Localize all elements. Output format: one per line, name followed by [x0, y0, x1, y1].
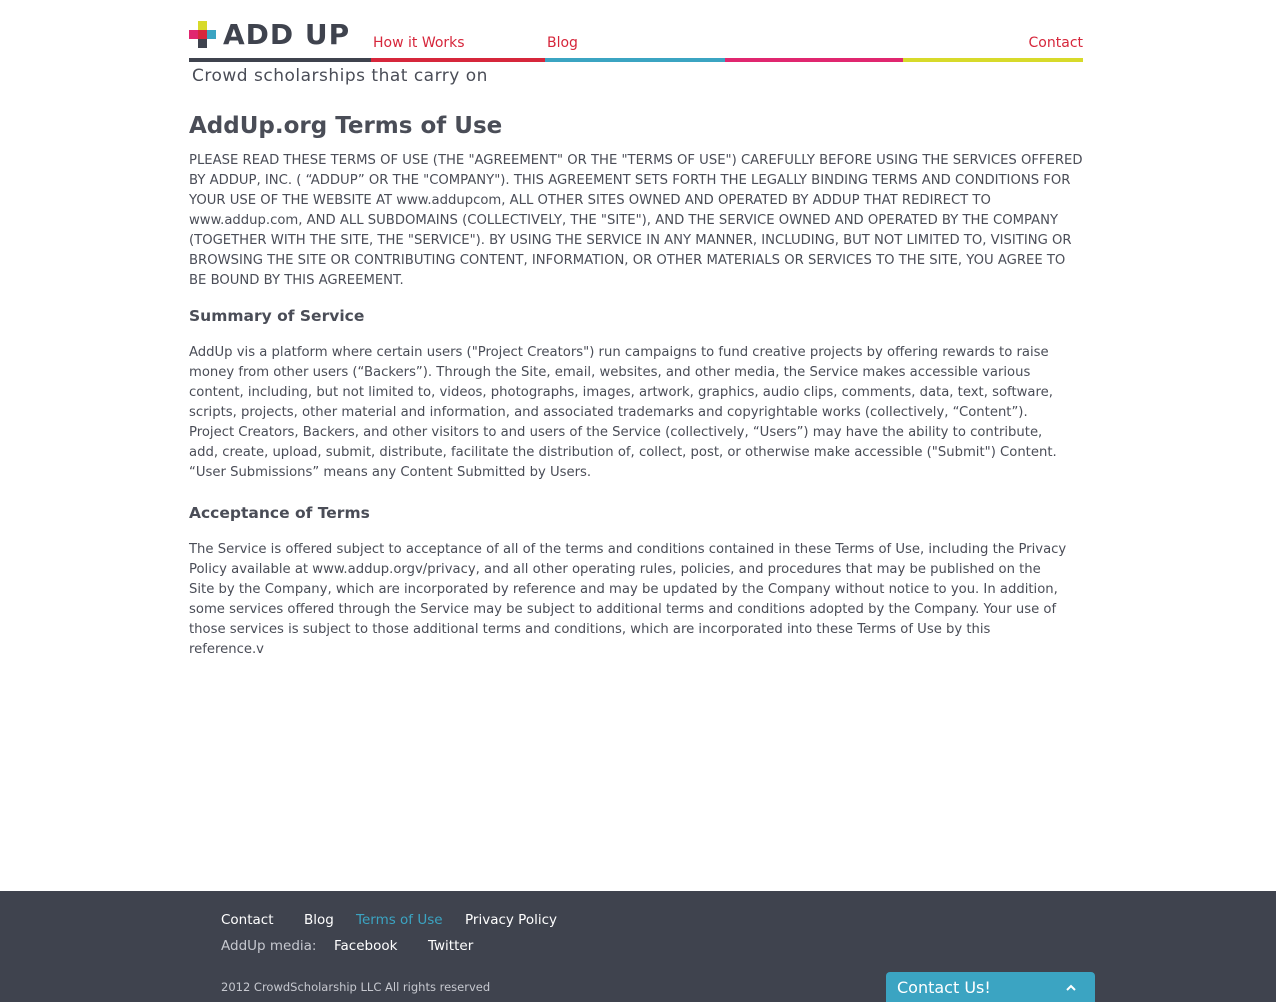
footer-link-facebook[interactable]: Facebook	[334, 938, 397, 954]
footer-link-privacy[interactable]: Privacy Policy	[465, 912, 557, 928]
nav-color-bar	[189, 58, 1083, 62]
terms-intro: PLEASE READ THESE TERMS OF USE (THE "AGR…	[189, 153, 1083, 288]
logo-wordmark[interactable]: ADD UP	[223, 18, 350, 51]
section-title-summary: Summary of Service	[189, 307, 365, 325]
addup-logo-icon[interactable]	[189, 21, 216, 48]
terms-content: AddUp.org Terms of Use PLEASE READ THESE…	[189, 110, 1083, 657]
tagline: Crowd scholarships that carry on	[192, 66, 488, 86]
site-header: ADD UP How it Works Blog Contact Crowd s…	[189, 0, 1083, 100]
section-title-acceptance: Acceptance of Terms	[189, 504, 370, 522]
nav-how-it-works[interactable]: How it Works	[373, 35, 465, 51]
copyright: 2012 CrowdScholarship LLC All rights res…	[221, 980, 491, 994]
nav-blog[interactable]: Blog	[547, 35, 578, 51]
footer-link-twitter[interactable]: Twitter	[428, 938, 473, 954]
page-title: AddUp.org Terms of Use	[189, 113, 503, 139]
section-body-acceptance: The Service is offered subject to accept…	[189, 542, 1067, 657]
contact-us-label: Contact Us!	[897, 978, 991, 997]
footer-link-blog[interactable]: Blog	[304, 912, 334, 928]
section-body-summary: AddUp vis a platform where certain users…	[189, 345, 1057, 480]
contact-us-widget[interactable]: Contact Us!	[886, 972, 1095, 1002]
chevron-up-icon[interactable]	[1065, 982, 1077, 994]
footer-link-terms[interactable]: Terms of Use	[356, 912, 443, 928]
media-label: AddUp media:	[221, 938, 317, 954]
nav-contact[interactable]: Contact	[1029, 35, 1083, 51]
footer-link-contact[interactable]: Contact	[221, 912, 274, 928]
